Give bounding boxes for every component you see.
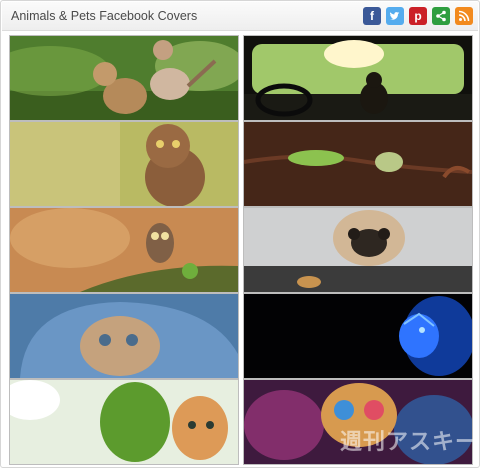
twitter-icon[interactable] [386,7,404,25]
panel-title: Animals & Pets Facebook Covers [11,9,198,23]
facebook-icon[interactable]: f [363,7,381,25]
cover-owl[interactable] [9,121,239,207]
cover-neon-leopard[interactable] [243,293,473,379]
cover-kitten-clover[interactable] [9,379,239,465]
cover-chameleons[interactable] [243,121,473,207]
cover-cat-in-car[interactable] [243,35,473,121]
share-icon[interactable] [432,7,450,25]
rss-icon[interactable] [455,7,473,25]
cover-kittens-playing[interactable] [9,35,239,121]
cover-kitten-blanket[interactable] [9,293,239,379]
pinterest-icon[interactable]: p [409,7,427,25]
cover-small-owl[interactable] [9,207,239,293]
panel-header: Animals & Pets Facebook Covers f p [2,2,478,31]
watermark: 週刊アスキー [340,429,479,454]
cover-pug[interactable] [243,207,473,293]
